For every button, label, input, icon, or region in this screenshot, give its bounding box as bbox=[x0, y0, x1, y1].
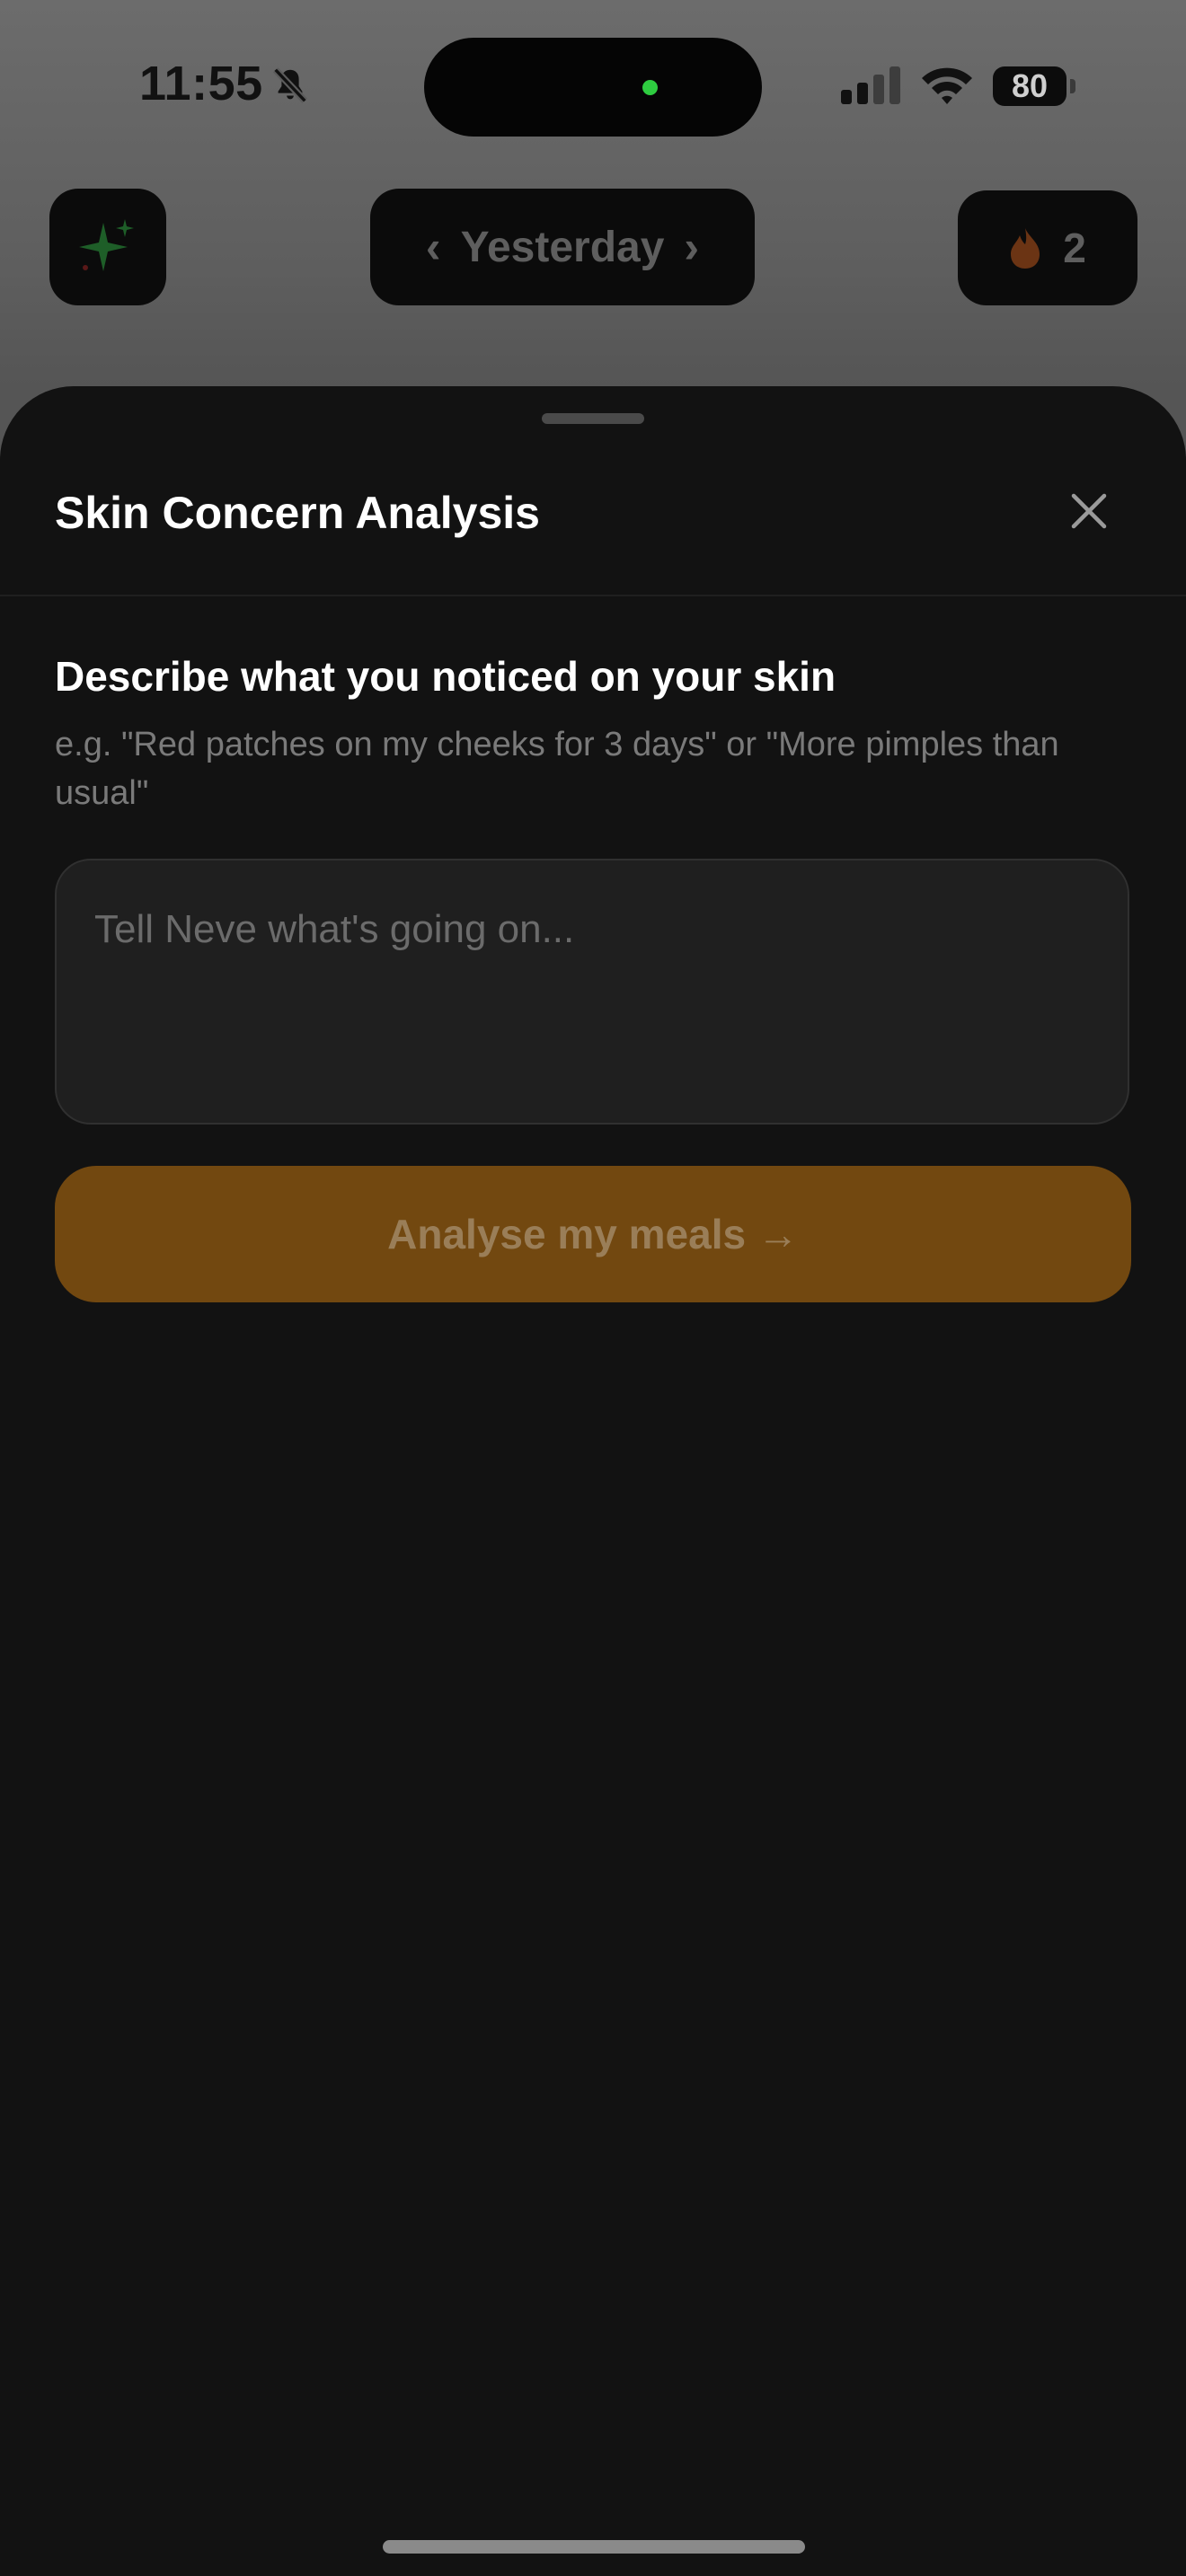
header-divider bbox=[0, 595, 1186, 596]
skin-concern-sheet: Skin Concern Analysis Describe what you … bbox=[0, 386, 1186, 2576]
prompt-hint: e.g. "Red patches on my cheeks for 3 day… bbox=[55, 726, 1059, 812]
sparkle-icon bbox=[79, 219, 134, 271]
wifi-icon bbox=[922, 67, 972, 104]
previous-day-button[interactable]: ‹ bbox=[406, 221, 461, 273]
home-indicator[interactable] bbox=[383, 2540, 805, 2554]
bell-slash-icon bbox=[272, 67, 308, 103]
date-label: Yesterday bbox=[460, 223, 665, 271]
ai-assistant-button[interactable] bbox=[49, 189, 166, 305]
status-time: 11:55 bbox=[139, 57, 263, 110]
battery-cap bbox=[1070, 79, 1075, 93]
camera-indicator-dot bbox=[642, 80, 658, 95]
prompt-heading: Describe what you noticed on your skin bbox=[55, 653, 836, 700]
sheet-title: Skin Concern Analysis bbox=[55, 488, 540, 538]
sheet-grabber-handle[interactable] bbox=[542, 413, 644, 424]
date-selector[interactable]: ‹ Yesterday › bbox=[370, 189, 755, 305]
streak-badge[interactable]: 2 bbox=[958, 190, 1137, 305]
next-day-button[interactable]: › bbox=[664, 221, 719, 273]
analyse-meals-button[interactable]: Analyse my meals → bbox=[55, 1166, 1131, 1302]
close-icon[interactable] bbox=[1060, 482, 1118, 540]
dynamic-island bbox=[424, 38, 762, 137]
cellular-signal-icon bbox=[841, 66, 900, 104]
streak-count: 2 bbox=[1063, 225, 1086, 271]
flame-icon bbox=[1011, 228, 1040, 269]
skin-concern-input[interactable] bbox=[55, 859, 1129, 1125]
battery-icon: 80 bbox=[993, 66, 1067, 106]
